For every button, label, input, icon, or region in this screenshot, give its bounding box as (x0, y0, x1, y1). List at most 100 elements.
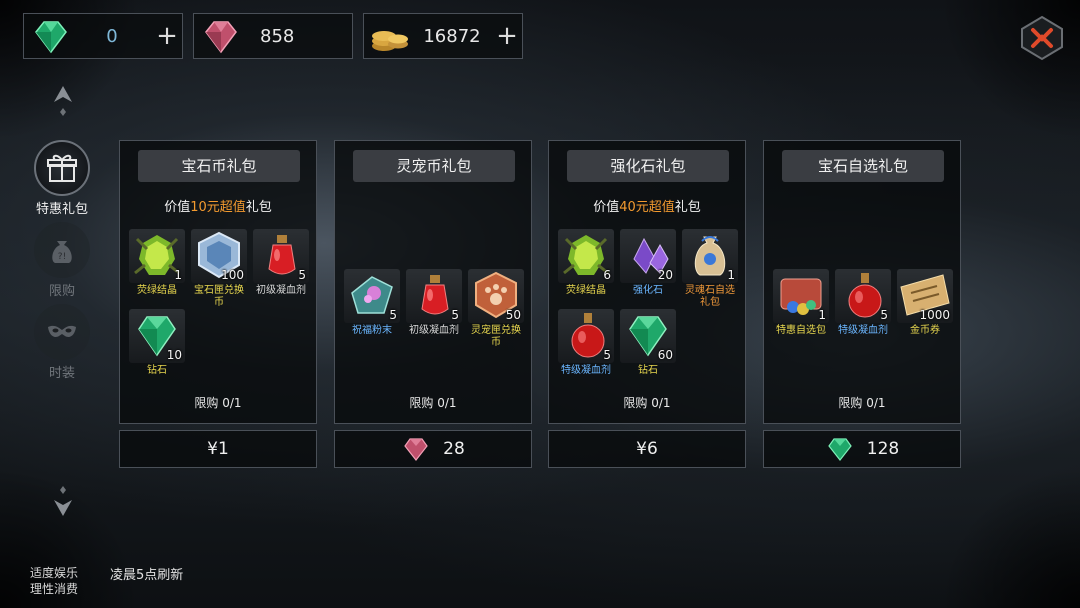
pack-item[interactable]: 20 强化石 (619, 229, 677, 297)
item-name: 强化石 (633, 285, 663, 296)
money-bag-icon: ?! (52, 241, 72, 263)
add-gold-button[interactable]: + (492, 23, 522, 49)
pack-item[interactable]: 1 灵魂石自选礼包 (681, 229, 739, 309)
item-name: 初级凝血剂 (256, 285, 306, 296)
value-highlight: 40元超值 (619, 200, 675, 215)
frame-corner-bottom-right (940, 468, 1080, 608)
item-count: 1 (174, 268, 182, 282)
pink-gem-icon (404, 438, 428, 461)
currency-gold: 16872 + (363, 13, 523, 59)
item-name: 宝石匣兑换币 (194, 285, 244, 308)
sidebar-item-label: 限购 (48, 284, 75, 299)
purchase-limit: 限购 0/1 (623, 396, 671, 410)
item-name: 特级凝血剂 (838, 325, 888, 336)
item-name: 荧绿结晶 (137, 285, 177, 296)
pack-card-enhance-stone: 强化石礼包 价值40元超值礼包 6 荧绿结晶 20 强化石 1 灵魂石自选礼包 … (548, 140, 746, 424)
pack-item[interactable]: 5 特级凝血剂 (834, 269, 892, 337)
pack-title: 灵宠币礼包 (353, 150, 515, 182)
value-highlight: 10元超值 (190, 200, 246, 215)
purchase-limit: 限购 0/1 (409, 396, 457, 410)
pack-item[interactable]: 5 初级凝血剂 (405, 269, 463, 337)
item-count: 5 (880, 308, 888, 322)
buy-button-pet-coin[interactable]: 28 (334, 430, 532, 468)
sidebar-item-fashion[interactable]: 时装 (22, 304, 102, 381)
item-count: 60 (657, 348, 673, 362)
refresh-notice: 凌晨5点刷新 (110, 568, 184, 583)
sidebar-item-special-packs[interactable]: 特惠礼包 (22, 140, 102, 217)
price-label: 128 (866, 439, 900, 459)
gold-amount: 16872 (423, 25, 481, 47)
pack-item[interactable]: 5 初级凝血剂 (252, 229, 310, 297)
item-count: 100 (221, 268, 244, 282)
purchase-limit: 限购 0/1 (838, 396, 886, 410)
green-gem-icon (35, 21, 67, 54)
currency-pink-gem: 858 (193, 13, 353, 59)
value-suffix: 礼包 (245, 200, 272, 215)
item-count: 50 (505, 308, 521, 322)
pack-item[interactable]: 100 宝石匣兑换币 (190, 229, 248, 309)
price-label: 28 (443, 439, 465, 459)
pack-item[interactable]: 5 祝福粉末 (343, 269, 401, 337)
currency-diamond: 0 + (23, 13, 183, 59)
value-suffix: 礼包 (674, 200, 701, 215)
pack-item[interactable]: 1000 金币券 (896, 269, 954, 337)
item-name: 灵魂石自选礼包 (685, 285, 735, 308)
item-name: 特级凝血剂 (561, 365, 611, 376)
item-count: 5 (298, 268, 306, 282)
scroll-up-arrow-icon[interactable] (50, 82, 76, 118)
notice-line: 理性消费 (30, 582, 79, 596)
pack-card-pet-coin: 灵宠币礼包 5 祝福粉末 5 初级凝血剂 50 灵宠匣兑换币 限购 0/1 (334, 140, 532, 424)
item-name: 初级凝血剂 (409, 325, 459, 336)
notice-line: 适度娱乐 (30, 566, 79, 580)
sidebar-item-label: 时装 (48, 366, 75, 381)
price-label: ¥6 (636, 439, 658, 459)
green-gem-icon (828, 438, 852, 461)
buy-button-gem-coin[interactable]: ¥1 (119, 430, 317, 468)
pack-value-line: 价值10元超值礼包 (120, 196, 316, 215)
item-count: 1 (727, 268, 735, 282)
pack-title: 宝石币礼包 (138, 150, 300, 182)
item-count: 5 (451, 308, 459, 322)
value-prefix: 价值 (593, 200, 620, 215)
pink-gem-icon (205, 21, 237, 54)
item-name: 特惠自选包 (776, 325, 826, 336)
pack-card-gem-coin: 宝石币礼包 价值10元超值礼包 1 荧绿结晶 100 宝石匣兑换币 5 初级凝血… (119, 140, 317, 424)
item-name: 荧绿结晶 (566, 285, 606, 296)
pack-item[interactable]: 60 钻石 (619, 309, 677, 377)
item-count: 5 (603, 348, 611, 362)
item-name: 钻石 (147, 365, 167, 376)
gift-icon (47, 154, 77, 182)
item-name: 灵宠匣兑换币 (471, 325, 521, 348)
sidebar-item-limited[interactable]: ?! 限购 (22, 222, 102, 299)
pack-item[interactable]: 5 特级凝血剂 (557, 309, 615, 377)
pack-item[interactable]: 10 钻石 (128, 309, 186, 377)
pack-item[interactable]: 6 荧绿结晶 (557, 229, 615, 297)
item-name: 祝福粉末 (352, 325, 392, 336)
item-count: 20 (657, 268, 673, 282)
pack-item[interactable]: 1 荧绿结晶 (128, 229, 186, 297)
item-name: 钻石 (638, 365, 658, 376)
item-count: 6 (603, 268, 611, 282)
buy-button-gem-select[interactable]: 128 (763, 430, 961, 468)
diamond-amount: 0 (106, 25, 118, 47)
pack-card-gem-select: 宝石自选礼包 1 特惠自选包 5 特级凝血剂 1000 金币券 限购 0/1 (763, 140, 961, 424)
item-count: 1 (818, 308, 826, 322)
pink-gem-amount: 858 (260, 25, 295, 47)
add-diamond-button[interactable]: + (152, 23, 182, 49)
item-count: 10 (166, 348, 182, 362)
price-label: ¥1 (207, 439, 229, 459)
pack-item[interactable]: 50 灵宠匣兑换币 (467, 269, 525, 349)
item-count: 1000 (919, 308, 950, 322)
value-prefix: 价值 (164, 200, 191, 215)
sidebar-item-label: 特惠礼包 (35, 202, 88, 217)
svg-text:?!: ?! (58, 252, 66, 262)
item-count: 5 (389, 308, 397, 322)
buy-button-enhance-stone[interactable]: ¥6 (548, 430, 746, 468)
pack-item[interactable]: 1 特惠自选包 (772, 269, 830, 337)
pack-title: 强化石礼包 (567, 150, 729, 182)
pack-value-line: 价值40元超值礼包 (549, 196, 745, 215)
close-ornament-icon[interactable] (1018, 14, 1066, 62)
healthy-gaming-notice: 适度娱乐 理性消费 (30, 565, 78, 597)
purchase-limit: 限购 0/1 (194, 396, 242, 410)
scroll-down-arrow-icon[interactable] (50, 484, 76, 520)
